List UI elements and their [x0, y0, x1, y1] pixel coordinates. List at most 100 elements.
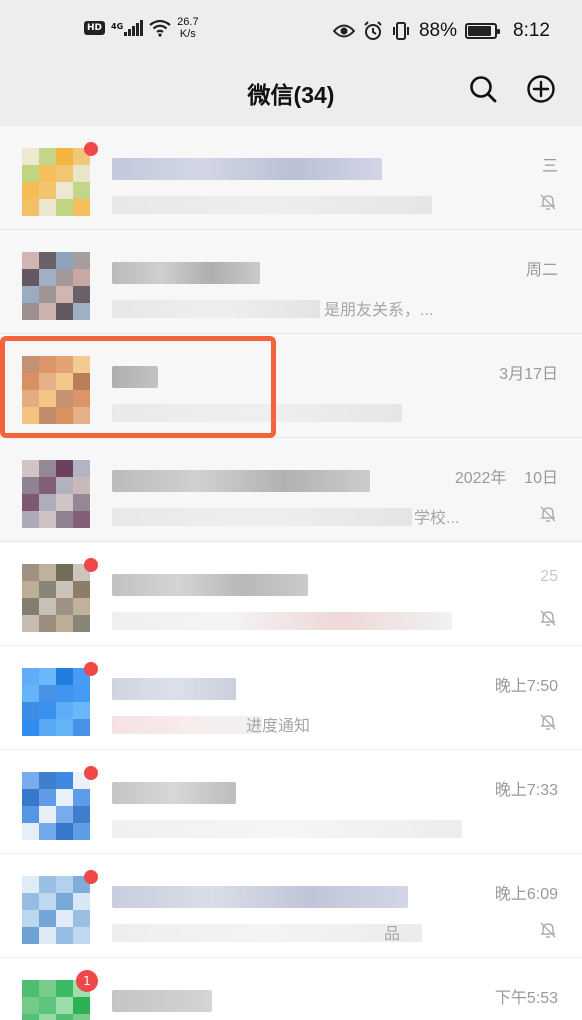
chat-name-redacted: [112, 470, 370, 492]
avatar-pixel: [56, 702, 73, 719]
chat-name-redacted: [112, 678, 236, 700]
avatar-pixel: [39, 876, 56, 893]
avatar-pixel: [22, 494, 39, 511]
search-icon[interactable]: [468, 74, 498, 104]
avatar-pixel: [22, 685, 39, 702]
chat-item[interactable]: 三: [0, 126, 582, 230]
avatar-pixel: [56, 165, 73, 182]
avatar-pixel: [56, 148, 73, 165]
avatar-pixel: [73, 927, 90, 944]
avatar-pixel: [56, 615, 73, 632]
avatar-pixel: [56, 460, 73, 477]
avatar-pixel: [22, 1014, 39, 1020]
battery-fill: [468, 26, 491, 36]
avatar-pixel: [39, 806, 56, 823]
avatar-pixel: [56, 927, 73, 944]
avatar-pixel: [56, 182, 73, 199]
network-speed: 26.7 K/s: [177, 16, 198, 40]
avatar-pixel: [22, 199, 39, 216]
avatar-pixel: [22, 460, 39, 477]
message-preview: 学校...: [414, 510, 460, 527]
chat-item[interactable]: 学校... 2022年 10日: [0, 438, 582, 542]
avatar-pixel: [22, 702, 39, 719]
avatar-pixel: [56, 477, 73, 494]
unread-count: 1: [83, 974, 91, 988]
avatar-pixel: [73, 997, 90, 1014]
avatar-pixel: [22, 668, 39, 685]
avatar-pixel: [73, 702, 90, 719]
chat-item[interactable]: 25: [0, 542, 582, 646]
message-preview: 是朋友关系，...: [324, 302, 434, 319]
avatar: [22, 876, 90, 944]
avatar-pixel: [22, 927, 39, 944]
avatar-pixel: [73, 893, 90, 910]
plus-circle-icon[interactable]: [526, 74, 556, 104]
chat-item[interactable]: 品 晚上6:09: [0, 854, 582, 958]
avatar-pixel: [73, 477, 90, 494]
chat-item[interactable]: 进度通知 晚上7:50: [0, 646, 582, 750]
chat-name-redacted: [112, 990, 212, 1012]
avatar-pixel: [73, 165, 90, 182]
chat-name-redacted: [112, 886, 408, 908]
avatar-pixel: [73, 494, 90, 511]
chat-item[interactable]: 是朋友关系，... 周二: [0, 230, 582, 334]
message-redacted: [112, 716, 262, 734]
chat-item[interactable]: 晚上7:33: [0, 750, 582, 854]
wifi-icon: [149, 19, 171, 37]
avatar-pixel: [22, 148, 39, 165]
avatar-pixel: [73, 303, 90, 320]
avatar-pixel: [22, 823, 39, 840]
avatar-pixel: [22, 876, 39, 893]
battery-percent: 88%: [418, 20, 458, 41]
chat-time: 晚上6:09: [494, 886, 558, 903]
message-redacted: [112, 820, 462, 838]
chat-time: 3月17日: [499, 366, 558, 383]
chat-time: 下午5:53: [494, 990, 558, 1007]
avatar-pixel: [39, 702, 56, 719]
chat-name-redacted: [112, 158, 382, 180]
avatar-pixel: [73, 719, 90, 736]
avatar-pixel: [39, 581, 56, 598]
avatar-pixel: [22, 806, 39, 823]
avatar-pixel: [56, 286, 73, 303]
avatar-pixel: [39, 494, 56, 511]
avatar-pixel: [39, 165, 56, 182]
avatar-pixel: [73, 511, 90, 528]
avatar-pixel: [56, 511, 73, 528]
chat-name-redacted: [112, 262, 260, 284]
avatar-pixel: [56, 252, 73, 269]
avatar-pixel: [39, 668, 56, 685]
unread-dot: [84, 870, 98, 884]
chat-time: 2022年 10日: [454, 470, 558, 487]
speed-value: 26.7: [177, 16, 199, 28]
avatar-pixel: [39, 460, 56, 477]
avatar-pixel: [39, 199, 56, 216]
avatar-pixel: [56, 893, 73, 910]
status-right: 88% 8:12: [332, 20, 550, 42]
chat-item[interactable]: 1 下午5:53: [0, 958, 582, 1020]
avatar-pixel: [39, 477, 56, 494]
status-left: HD 4G 26.7 K/s: [84, 16, 199, 40]
avatar-pixel: [56, 685, 73, 702]
avatar-pixel: [22, 252, 39, 269]
unread-count-badge: 1: [76, 970, 98, 992]
avatar-pixel: [56, 494, 73, 511]
avatar-pixel: [73, 685, 90, 702]
message-redacted: [112, 924, 422, 942]
chat-list: 三 是朋友关系，... 周二 3月17日 学校... 2022年 10日 25 …: [0, 126, 582, 1020]
avatar-pixel: [22, 182, 39, 199]
avatar-pixel: [39, 182, 56, 199]
avatar-pixel: [39, 823, 56, 840]
unread-dot: [84, 662, 98, 676]
avatar-pixel: [73, 823, 90, 840]
avatar-pixel: [73, 286, 90, 303]
avatar: [22, 252, 90, 320]
avatar-pixel: [56, 564, 73, 581]
avatar-pixel: [56, 719, 73, 736]
avatar-pixel: [73, 598, 90, 615]
avatar-pixel: [56, 876, 73, 893]
network-type: 4G: [111, 22, 124, 31]
avatar-pixel: [39, 893, 56, 910]
avatar-pixel: [56, 199, 73, 216]
avatar-pixel: [73, 806, 90, 823]
